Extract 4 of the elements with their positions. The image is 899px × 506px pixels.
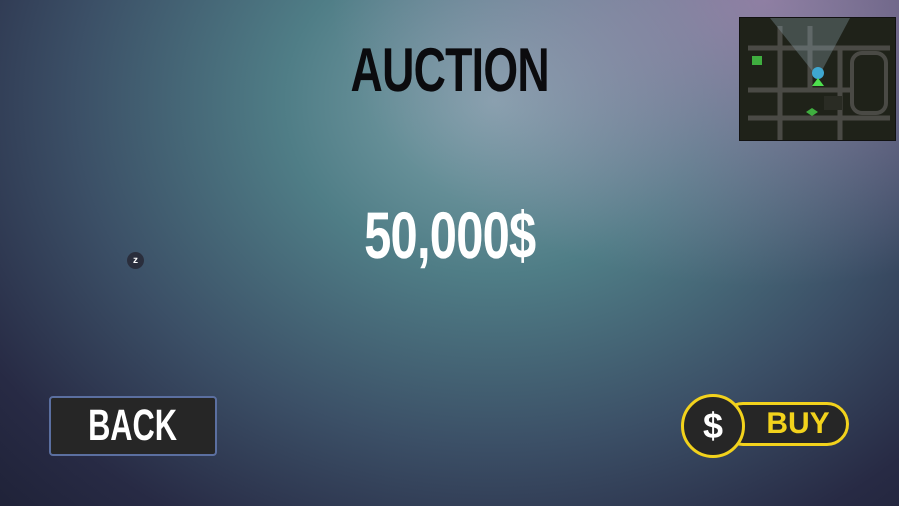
price-text: 50,000$ (364, 202, 536, 268)
screen-title: AUCTION (350, 40, 549, 102)
key-hint: z (127, 252, 144, 269)
back-button[interactable]: BACK (49, 396, 217, 456)
